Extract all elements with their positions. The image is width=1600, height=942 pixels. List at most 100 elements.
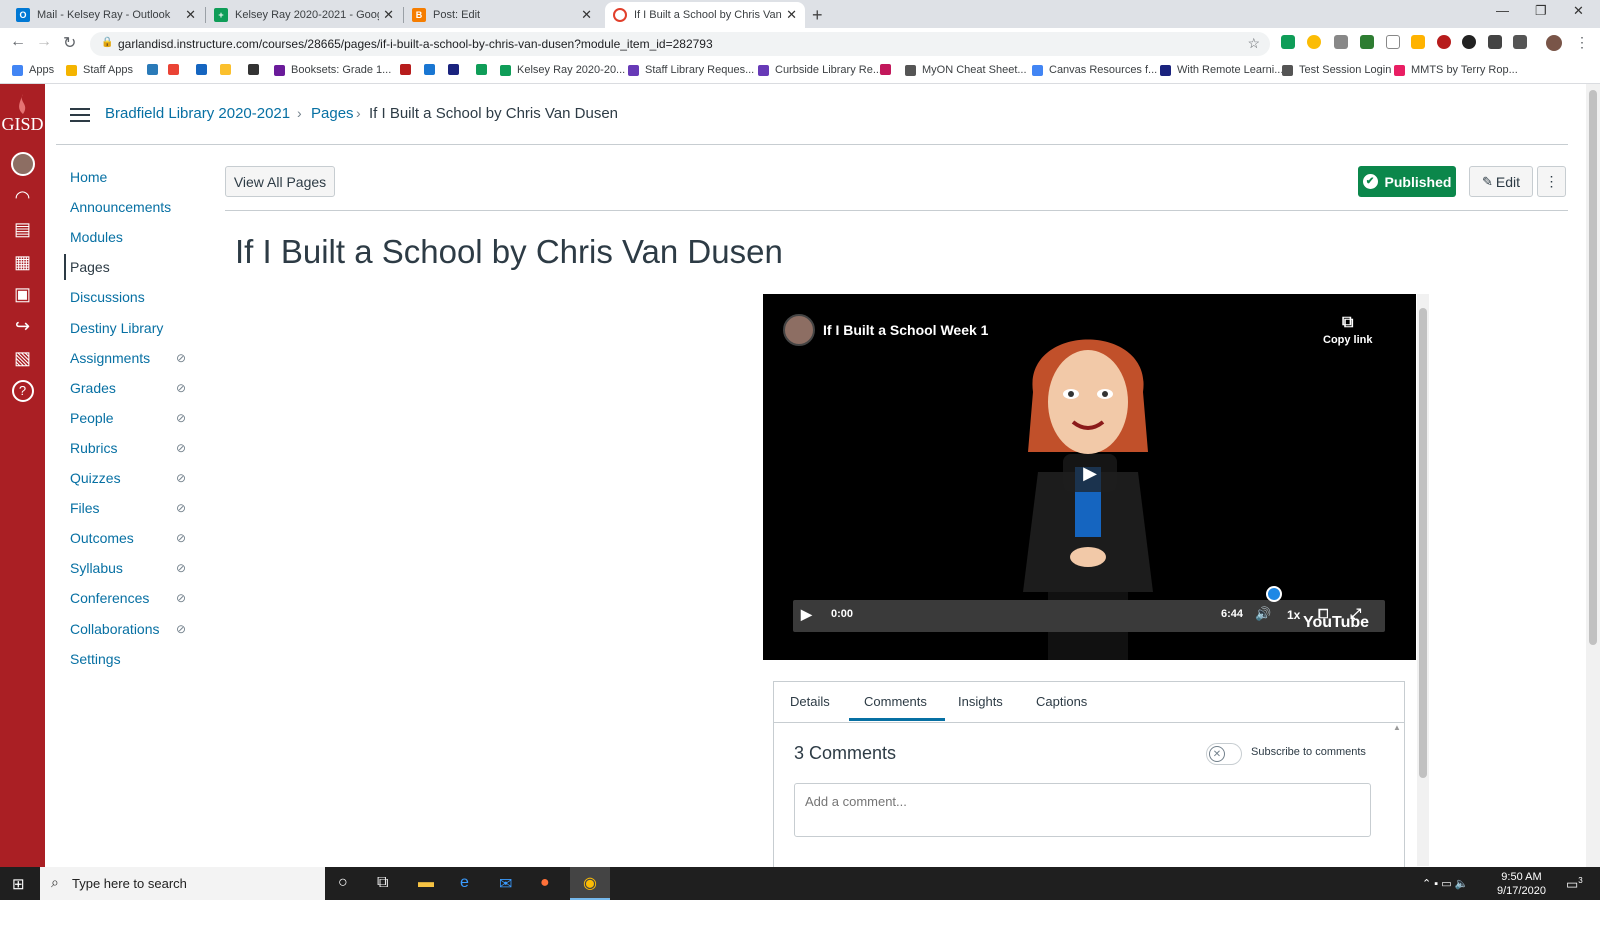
play-overlay-button[interactable]: ▶: [1063, 454, 1117, 492]
extension-icon[interactable]: [1334, 35, 1348, 49]
bookmark-item[interactable]: [448, 64, 465, 75]
tab-captions[interactable]: Captions: [1036, 694, 1087, 709]
course-nav-outcomes[interactable]: Outcomes: [70, 530, 134, 546]
course-nav-discussions[interactable]: Discussions: [70, 289, 145, 305]
extension-icon[interactable]: [1437, 35, 1451, 49]
extension-icon[interactable]: [1307, 35, 1321, 49]
courses-icon[interactable]: ▤: [9, 216, 36, 243]
course-nav-syllabus[interactable]: Syllabus: [70, 560, 123, 576]
bookmark-item[interactable]: Kelsey Ray 2020-20...: [500, 64, 625, 76]
copy-link-button[interactable]: ⧉ Copy link: [1323, 314, 1373, 346]
course-nav-quizzes[interactable]: Quizzes: [70, 470, 121, 486]
chrome-icon[interactable]: ◉: [570, 867, 610, 900]
course-nav-files[interactable]: Files: [70, 500, 100, 516]
course-nav-announcements[interactable]: Announcements: [70, 199, 171, 215]
browser-tab-outlook[interactable]: O Mail - Kelsey Ray - Outlook ✕: [8, 2, 204, 28]
bookmark-item[interactable]: Apps: [12, 64, 54, 76]
video-title[interactable]: If I Built a School Week 1: [823, 322, 988, 338]
back-icon[interactable]: ←: [10, 33, 26, 51]
new-tab-button[interactable]: +: [812, 5, 823, 26]
extension-icon[interactable]: [1411, 35, 1425, 49]
comment-input[interactable]: [794, 783, 1371, 837]
course-nav-conferences[interactable]: Conferences: [70, 590, 149, 606]
bookmark-item[interactable]: With Remote Learni...: [1160, 64, 1283, 76]
more-options-button[interactable]: ⋮: [1537, 166, 1566, 197]
clock[interactable]: 9:50 AM 9/17/2020: [1497, 870, 1546, 898]
taskbar-search[interactable]: ⌕ Type here to search: [40, 867, 325, 900]
reload-icon[interactable]: ↻: [63, 33, 76, 53]
volume-icon[interactable]: 🔊: [1255, 606, 1271, 622]
inbox-icon[interactable]: ▣: [9, 281, 36, 308]
cortana-icon[interactable]: ○: [338, 874, 348, 892]
course-nav-assignments[interactable]: Assignments: [70, 350, 150, 366]
bookmark-item[interactable]: [220, 64, 237, 75]
speed-button[interactable]: 1x: [1287, 608, 1300, 622]
firefox-icon[interactable]: ●: [540, 874, 550, 892]
bookmark-item[interactable]: [248, 64, 265, 75]
course-nav-home[interactable]: Home: [70, 169, 107, 185]
help-icon[interactable]: ?: [9, 377, 36, 404]
dashboard-icon[interactable]: ◠: [9, 184, 36, 211]
course-nav-pages[interactable]: Pages: [70, 259, 110, 275]
bookmark-item[interactable]: [424, 64, 441, 75]
studio-icon[interactable]: ▧: [9, 345, 36, 372]
bookmark-item[interactable]: [196, 64, 213, 75]
bookmark-item[interactable]: [168, 64, 185, 75]
collapse-nav-icon[interactable]: ⇥: [10, 922, 23, 942]
embed-scrollbar[interactable]: [1417, 294, 1429, 866]
video-player[interactable]: If I Built a School Week 1 ⧉ Copy link ▶…: [763, 294, 1416, 660]
course-nav-rubrics[interactable]: Rubrics: [70, 440, 117, 456]
windows-start-icon[interactable]: ⊞: [12, 875, 25, 893]
course-nav-grades[interactable]: Grades: [70, 380, 116, 396]
bookmark-item[interactable]: Staff Library Reques...: [628, 64, 754, 76]
close-window-icon[interactable]: ✕: [1573, 3, 1584, 19]
bookmark-star-icon[interactable]: ☆: [1247, 35, 1260, 52]
bookmark-item[interactable]: [880, 64, 897, 75]
hamburger-menu-icon[interactable]: [70, 108, 90, 122]
bookmark-item[interactable]: [400, 64, 417, 75]
bookmark-item[interactable]: Canvas Resources f...: [1032, 64, 1157, 76]
tray-icons[interactable]: ⌃ ▪ ▭ 🔈: [1422, 877, 1468, 890]
bookmark-item[interactable]: [147, 64, 164, 75]
gisd-logo[interactable]: GISD: [0, 94, 45, 135]
commons-icon[interactable]: ↪: [9, 313, 36, 340]
account-avatar-icon[interactable]: [9, 150, 36, 177]
bookmark-item[interactable]: MMTS by Terry Rop...: [1394, 64, 1518, 76]
bookmark-item[interactable]: Booksets: Grade 1...: [274, 64, 391, 76]
course-nav-people[interactable]: People: [70, 410, 114, 426]
channel-avatar[interactable]: [783, 314, 815, 346]
forward-icon[interactable]: →: [36, 33, 52, 51]
bookmark-item[interactable]: Test Session Login: [1282, 64, 1391, 76]
tab-comments[interactable]: Comments: [864, 694, 927, 709]
bookmark-item[interactable]: MyON Cheat Sheet...: [905, 64, 1027, 76]
extension-icon[interactable]: [1462, 35, 1476, 49]
extension-icon[interactable]: [1360, 35, 1374, 49]
minimize-icon[interactable]: —: [1496, 3, 1509, 18]
browser-menu-icon[interactable]: ⋮: [1575, 34, 1589, 51]
course-nav-collaborations[interactable]: Collaborations: [70, 621, 160, 637]
profile-avatar-icon[interactable]: [1546, 35, 1562, 51]
close-tab-icon[interactable]: ✕: [185, 7, 196, 23]
close-tab-icon[interactable]: ✕: [581, 7, 592, 23]
play-icon[interactable]: ▶: [801, 606, 812, 623]
restore-icon[interactable]: ❐: [1535, 3, 1547, 19]
course-nav-settings[interactable]: Settings: [70, 651, 121, 667]
close-tab-icon[interactable]: ✕: [383, 7, 394, 23]
browser-tab-blogger[interactable]: B Post: Edit ✕: [404, 2, 600, 28]
bookmark-item[interactable]: [476, 64, 493, 75]
close-tab-icon[interactable]: ✕: [786, 7, 797, 23]
extension-icon[interactable]: [1386, 35, 1400, 49]
calendar-icon[interactable]: ▦: [9, 249, 36, 276]
breadcrumb-pages[interactable]: Pages: [311, 105, 354, 122]
address-bar[interactable]: 🔒 garlandisd.instructure.com/courses/286…: [90, 32, 1270, 56]
mail-icon[interactable]: ✉: [499, 874, 512, 894]
tab-details[interactable]: Details: [790, 694, 830, 709]
tab-insights[interactable]: Insights: [958, 694, 1003, 709]
bookmark-item[interactable]: Staff Apps: [66, 64, 133, 76]
published-button[interactable]: ✔ Published: [1358, 166, 1456, 197]
breadcrumb-course[interactable]: Bradfield Library 2020-2021: [105, 105, 290, 122]
course-nav-destiny-library[interactable]: Destiny Library: [70, 320, 163, 336]
extension-icon[interactable]: [1488, 35, 1502, 49]
extensions-puzzle-icon[interactable]: [1513, 35, 1527, 49]
youtube-watermark[interactable]: YouTube: [1303, 614, 1369, 632]
